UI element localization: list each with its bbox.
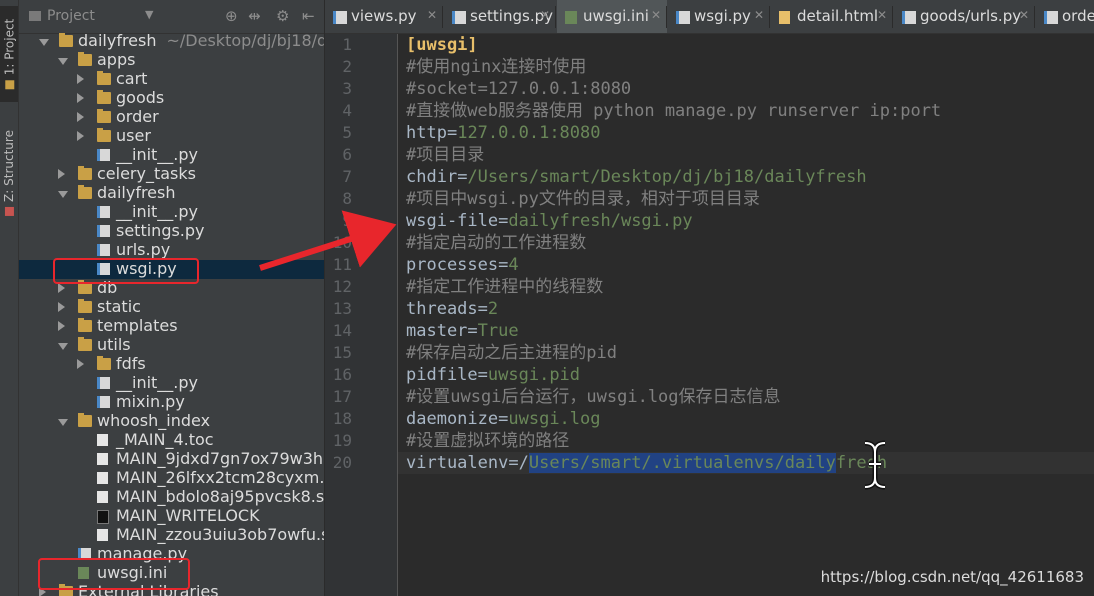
watermark: https://blog.csdn.net/qq_42611683 xyxy=(820,568,1084,586)
ide-window: 1: Project Z: Structure Project ▼ ⊕ ⇹ ⚙ … xyxy=(0,0,1094,596)
annotation-arrow xyxy=(259,210,397,271)
text-cursor-icon xyxy=(864,440,886,490)
